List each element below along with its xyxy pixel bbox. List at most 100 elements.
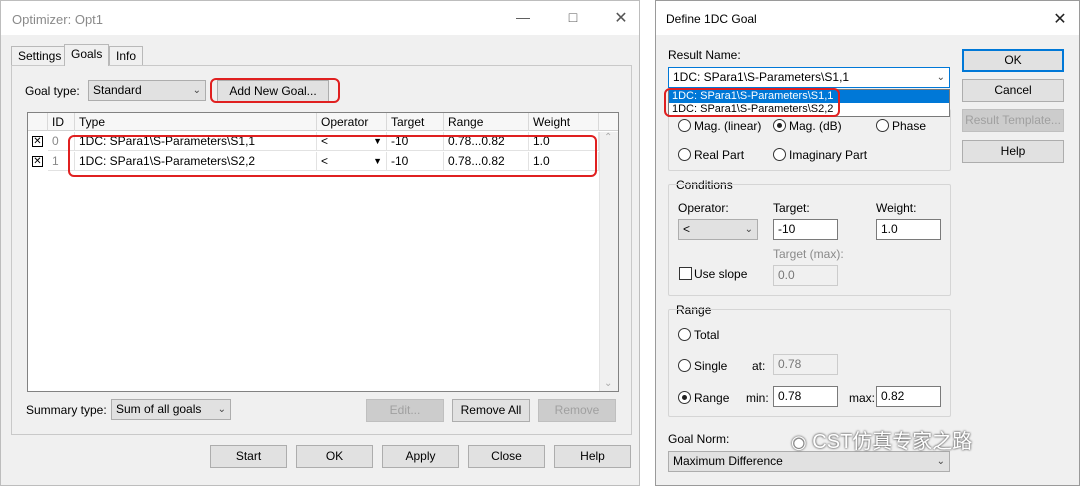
scroll-down-icon[interactable]: ⌄	[604, 378, 612, 389]
result-template-button[interactable]: Result Template...	[962, 109, 1064, 132]
col-type: Type	[75, 113, 317, 131]
target-max-label: Target (max):	[773, 247, 844, 261]
col-target: Target	[387, 113, 444, 131]
col-id: ID	[48, 113, 75, 131]
col-operator: Operator	[317, 113, 387, 131]
optimizer-window: Optimizer: Opt1 — □ ✕ Settings Goals Inf…	[0, 0, 640, 486]
tab-info[interactable]: Info	[109, 46, 144, 66]
goal-type-select[interactable]: Standard ⌄	[88, 80, 206, 101]
ok-button[interactable]: OK	[296, 445, 373, 468]
row-target[interactable]: -10	[387, 152, 444, 171]
dropdown-arrow-icon: ▼	[373, 156, 382, 166]
at-input[interactable]: 0.78	[773, 354, 838, 375]
add-new-goal-button[interactable]: Add New Goal...	[217, 80, 329, 103]
radio-mag-linear[interactable]	[678, 119, 691, 132]
goals-panel: Goal type: Standard ⌄ Add New Goal... ID…	[11, 65, 632, 435]
radio-phase[interactable]	[876, 119, 889, 132]
radio-total-label: Total	[694, 328, 720, 342]
chevron-down-icon: ⌄	[192, 85, 201, 96]
operator-label: Operator:	[678, 201, 729, 215]
row-operator[interactable]: < ▼	[317, 152, 387, 171]
watermark-text: CST仿真专家之路	[812, 431, 973, 453]
min-input[interactable]: 0.78	[773, 386, 838, 407]
ok-button[interactable]: OK	[962, 49, 1064, 72]
radio-range[interactable]	[678, 391, 691, 404]
radio-single[interactable]	[678, 359, 691, 372]
goal-norm-label: Goal Norm:	[668, 432, 730, 446]
edit-button[interactable]: Edit...	[366, 399, 444, 422]
row-id: 1	[48, 152, 75, 171]
goal-type-label: Goal type:	[25, 84, 80, 98]
weight-input[interactable]: 1.0	[876, 219, 941, 240]
target-input[interactable]: -10	[773, 219, 838, 240]
result-dropdown-list: 1DC: SPara1\S-Parameters\S1,1 1DC: SPara…	[668, 89, 950, 117]
help-button[interactable]: Help	[962, 140, 1064, 163]
minimize-icon[interactable]: —	[513, 9, 533, 25]
result-name-select[interactable]: 1DC: SPara1\S-Parameters\S1,1 ⌄	[668, 67, 950, 88]
row-checkbox[interactable]: ✕	[32, 156, 43, 167]
row-weight[interactable]: 1.0	[529, 132, 599, 151]
summary-type-select[interactable]: Sum of all goals ⌄	[111, 399, 231, 420]
radio-range-label: Range	[694, 391, 730, 405]
close-icon[interactable]: ✕	[1050, 9, 1070, 29]
close-button[interactable]: Close	[468, 445, 545, 468]
table-row[interactable]: ✕ 0 1DC: SPara1\S-Parameters\S1,1 < ▼ -1…	[28, 132, 599, 152]
radio-real-part[interactable]	[678, 148, 691, 161]
maximize-icon[interactable]: □	[563, 9, 583, 25]
at-label: at:	[752, 359, 766, 373]
radio-mag-db-label: Mag. (dB)	[789, 119, 842, 133]
table-scrollbar[interactable]: ⌃ ⌄	[599, 132, 618, 391]
col-filler	[599, 113, 618, 131]
chevron-down-icon: ⌄	[217, 404, 226, 415]
row-weight[interactable]: 1.0	[529, 152, 599, 171]
goals-table: ID Type Operator Target Range Weight ✕ 0…	[27, 112, 619, 392]
remove-button[interactable]: Remove	[538, 399, 616, 422]
max-label: max:	[849, 391, 876, 405]
optimizer-title: Optimizer: Opt1	[12, 12, 104, 27]
scroll-up-icon[interactable]: ⌃	[604, 132, 612, 143]
radio-imaginary-part-label: Imaginary Part	[789, 148, 868, 162]
chevron-down-icon: ⌄	[936, 456, 945, 467]
use-slope-checkbox[interactable]	[679, 267, 692, 280]
watermark: ◉ CST仿真专家之路	[791, 425, 972, 453]
row-type: 1DC: SPara1\S-Parameters\S1,1	[75, 132, 317, 151]
operator-select[interactable]: < ⌄	[678, 219, 758, 240]
cancel-button[interactable]: Cancel	[962, 79, 1064, 102]
tab-goals[interactable]: Goals	[64, 44, 110, 66]
max-input[interactable]: 0.82	[876, 386, 941, 407]
start-button[interactable]: Start	[210, 445, 287, 468]
row-target[interactable]: -10	[387, 132, 444, 151]
row-operator[interactable]: < ▼	[317, 132, 387, 151]
col-range: Range	[444, 113, 529, 131]
col-weight: Weight	[529, 113, 599, 131]
remove-all-button[interactable]: Remove All	[452, 399, 530, 422]
radio-imaginary-part[interactable]	[773, 148, 786, 161]
radio-single-label: Single	[694, 359, 728, 373]
min-label: min:	[746, 391, 769, 405]
row-range[interactable]: 0.78...0.82	[444, 132, 529, 151]
define-goal-title: Define 1DC Goal	[666, 12, 757, 26]
chevron-down-icon: ⌄	[744, 224, 753, 235]
goal-norm-select[interactable]: Maximum Difference ⌄	[668, 451, 950, 472]
use-slope-label: Use slope	[694, 267, 748, 281]
row-id: 0	[48, 132, 75, 151]
help-button[interactable]: Help	[554, 445, 631, 468]
weight-label: Weight:	[876, 201, 917, 215]
close-icon[interactable]: ✕	[611, 8, 631, 28]
radio-real-part-label: Real Part	[694, 148, 745, 162]
dropdown-arrow-icon: ▼	[373, 136, 382, 146]
target-max-input[interactable]: 0.0	[773, 265, 838, 286]
summary-type-label: Summary type:	[26, 403, 107, 417]
result-name-label: Result Name:	[668, 48, 741, 62]
radio-total[interactable]	[678, 328, 691, 341]
tab-settings[interactable]: Settings	[11, 46, 69, 66]
row-range[interactable]: 0.78...0.82	[444, 152, 529, 171]
radio-mag-db[interactable]	[773, 119, 786, 132]
row-type: 1DC: SPara1\S-Parameters\S2,2	[75, 152, 317, 171]
row-checkbox[interactable]: ✕	[32, 136, 43, 147]
radio-mag-linear-label: Mag. (linear)	[694, 119, 762, 133]
table-row[interactable]: ✕ 1 1DC: SPara1\S-Parameters\S2,2 < ▼ -1…	[28, 152, 599, 172]
apply-button[interactable]: Apply	[382, 445, 459, 468]
dropdown-option-s22[interactable]: 1DC: SPara1\S-Parameters\S2,2	[669, 103, 949, 116]
dropdown-option-s11[interactable]: 1DC: SPara1\S-Parameters\S1,1	[669, 90, 949, 103]
